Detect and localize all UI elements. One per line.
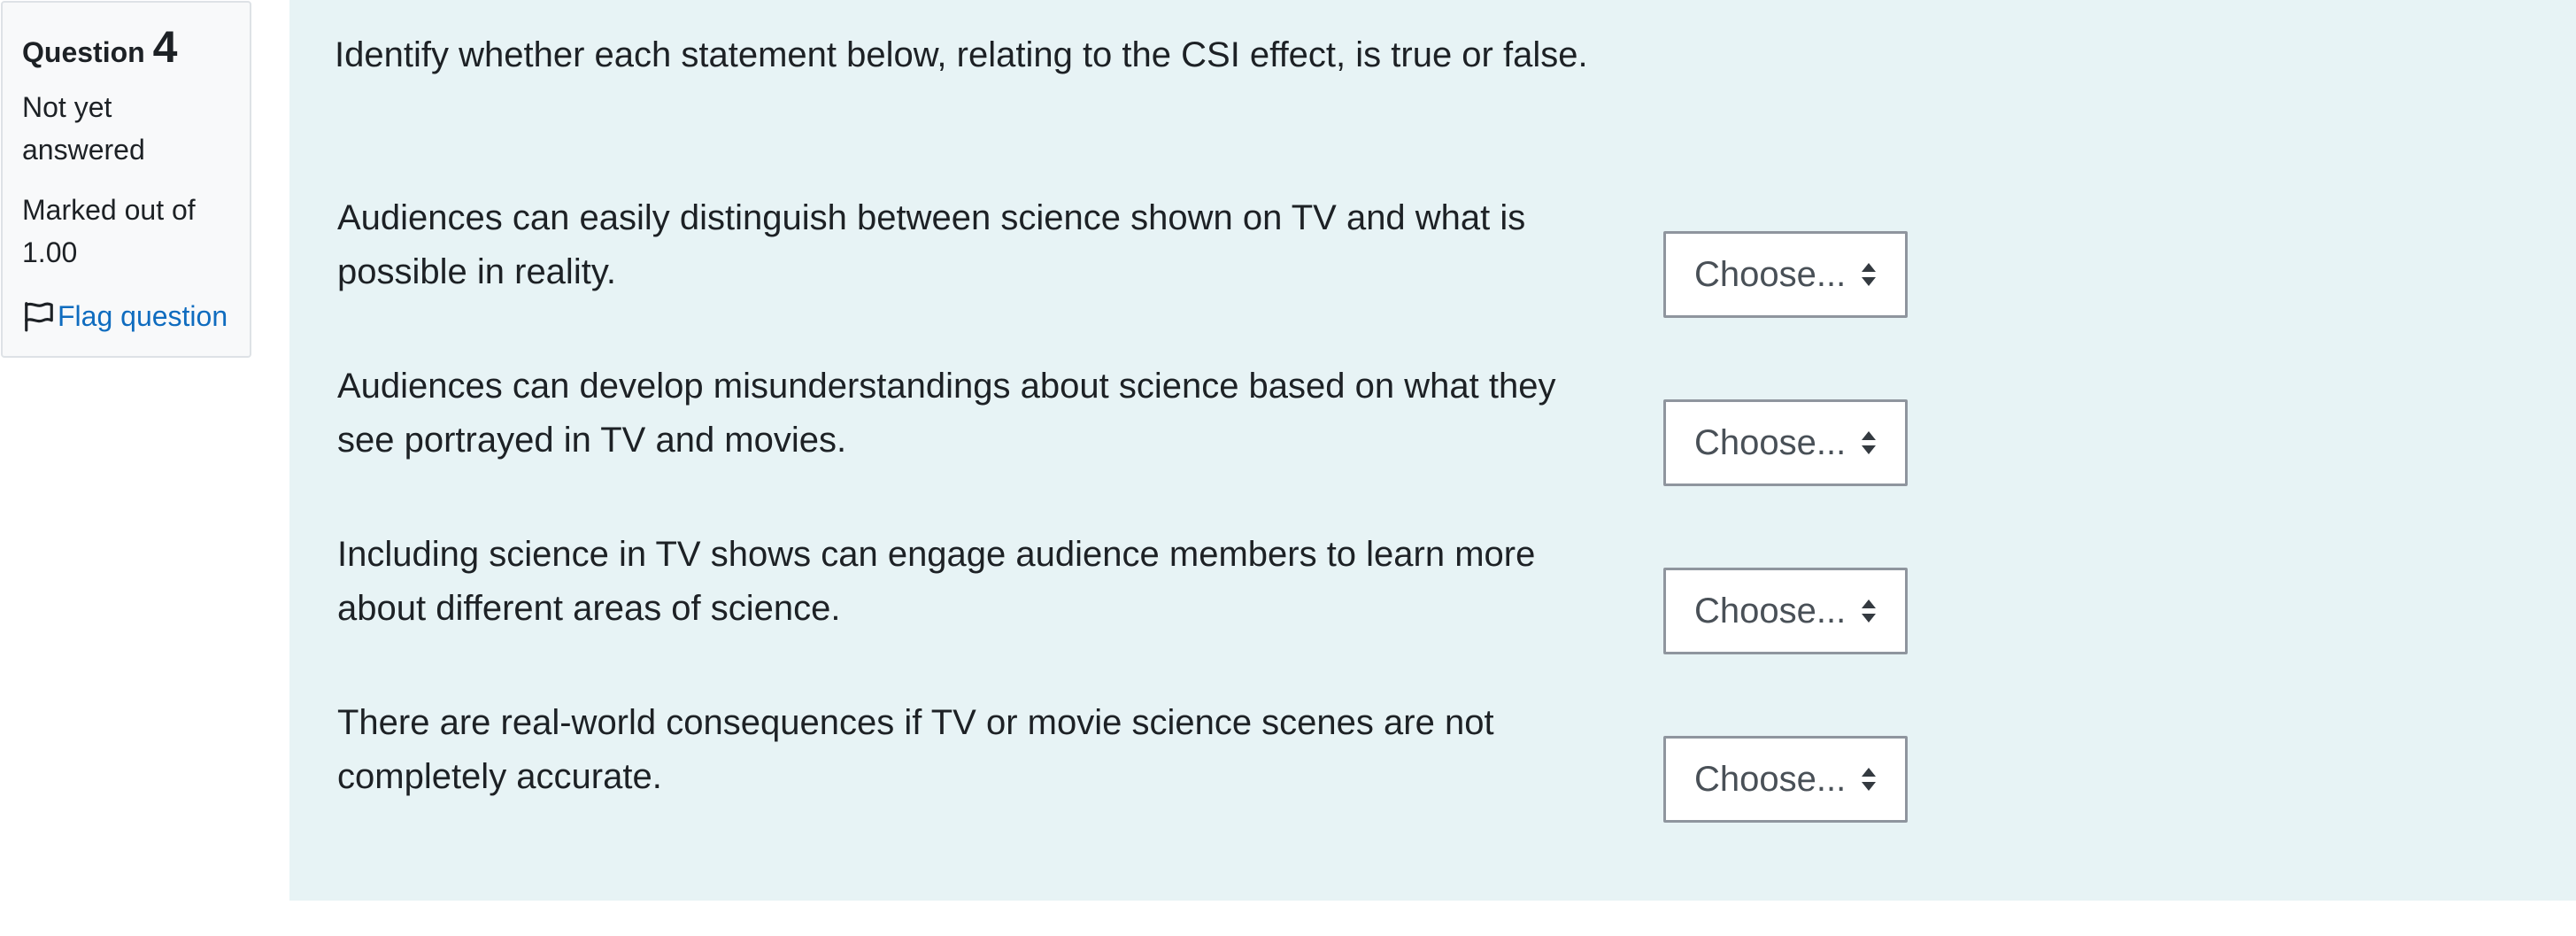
match-row: Audiences can easily distinguish between… xyxy=(337,191,2196,360)
statement-text: There are real-world consequences if TV … xyxy=(337,703,1494,796)
match-rows: Audiences can easily distinguish between… xyxy=(337,191,2196,864)
select-arrows-icon xyxy=(1862,431,1876,454)
flag-question-label: Flag question xyxy=(58,300,228,332)
question-info-panel: Question 4 Not yet answered Marked out o… xyxy=(1,1,251,358)
question-label: Question xyxy=(22,36,145,68)
answer-select-value: Choose... xyxy=(1694,422,1847,462)
statement-text: Audiences can develop misunderstandings … xyxy=(337,367,1556,460)
answer-select[interactable]: Choose... xyxy=(1663,231,1908,318)
statement-text: Including science in TV shows can engage… xyxy=(337,535,1536,628)
answer-select-value: Choose... xyxy=(1694,591,1847,630)
quiz-page: Question 4 Not yet answered Marked out o… xyxy=(0,0,2576,936)
flag-question-link[interactable]: Flag question xyxy=(22,298,230,334)
answer-select[interactable]: Choose... xyxy=(1663,399,1908,486)
question-text: Identify whether each statement below, r… xyxy=(335,35,1588,74)
match-row: Audiences can develop misunderstandings … xyxy=(337,360,2196,528)
flag-icon xyxy=(25,302,53,332)
select-arrows-icon xyxy=(1862,600,1876,623)
question-state: Not yet answered xyxy=(22,91,145,166)
select-arrows-icon xyxy=(1862,768,1876,791)
question-content: Identify whether each statement below, r… xyxy=(289,0,2576,901)
question-number: Question 4 xyxy=(22,22,230,72)
question-number-value: 4 xyxy=(152,22,178,72)
answer-select-value: Choose... xyxy=(1694,254,1847,294)
answer-select[interactable]: Choose... xyxy=(1663,736,1908,823)
answer-select-value: Choose... xyxy=(1694,759,1847,799)
match-row: There are real-world consequences if TV … xyxy=(337,696,2196,864)
match-row: Including science in TV shows can engage… xyxy=(337,528,2196,696)
question-grade: Marked out of 1.00 xyxy=(22,194,196,268)
answer-select[interactable]: Choose... xyxy=(1663,568,1908,654)
select-arrows-icon xyxy=(1862,263,1876,286)
statement-text: Audiences can easily distinguish between… xyxy=(337,198,1526,291)
